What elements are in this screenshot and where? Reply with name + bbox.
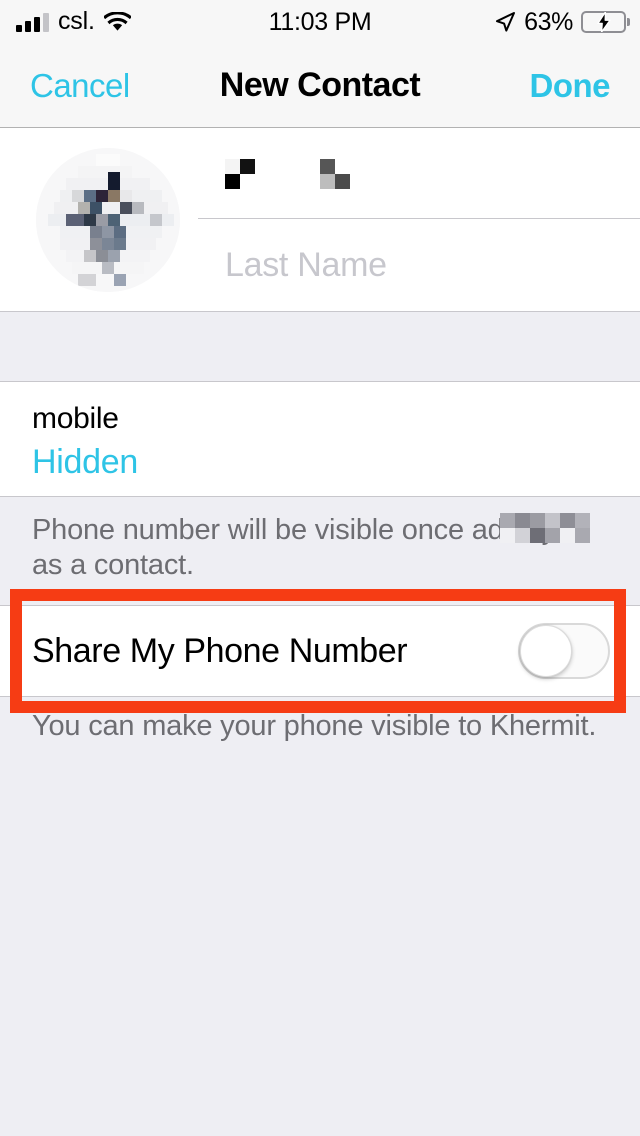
- phone-label: mobile: [32, 402, 119, 435]
- status-bar-right: 63%: [494, 8, 626, 37]
- share-phone-section: Share My Phone Number: [0, 589, 640, 713]
- name-section: Last Name: [0, 128, 640, 312]
- avatar[interactable]: [36, 148, 180, 292]
- share-my-phone-number-row[interactable]: Share My Phone Number: [0, 605, 640, 697]
- last-name-field[interactable]: Last Name: [198, 219, 640, 311]
- status-bar: csl. 11:03 PM 63%: [0, 0, 640, 44]
- battery-charging-icon: [581, 11, 626, 33]
- cancel-button[interactable]: Cancel: [30, 67, 130, 105]
- contact-form: Last Name mobile Hidden Phone number wil…: [0, 128, 640, 1136]
- done-button[interactable]: Done: [530, 67, 611, 105]
- footnote-name-redaction: [500, 513, 590, 543]
- phone-visibility-footnote: Phone number will be visible once adds y…: [0, 497, 640, 589]
- first-name-redaction: [225, 159, 255, 189]
- section-gap: [0, 312, 640, 382]
- first-name-field[interactable]: [198, 128, 640, 219]
- first-name-redaction-2: [320, 159, 350, 189]
- location-arrow-icon: [494, 11, 516, 33]
- phone-value[interactable]: Hidden: [32, 441, 640, 484]
- share-my-phone-number-label: Share My Phone Number: [32, 631, 408, 670]
- last-name-placeholder: Last Name: [225, 245, 387, 284]
- phone-row[interactable]: mobile Hidden: [0, 382, 640, 497]
- share-phone-footnote: You can make your phone visible to Kherm…: [32, 710, 597, 742]
- toggle-knob: [520, 625, 572, 677]
- name-fields: Last Name: [198, 128, 640, 311]
- navigation-bar: Cancel New Contact Done: [0, 44, 640, 128]
- battery-percentage: 63%: [524, 7, 573, 36]
- share-my-phone-number-toggle[interactable]: [518, 623, 610, 679]
